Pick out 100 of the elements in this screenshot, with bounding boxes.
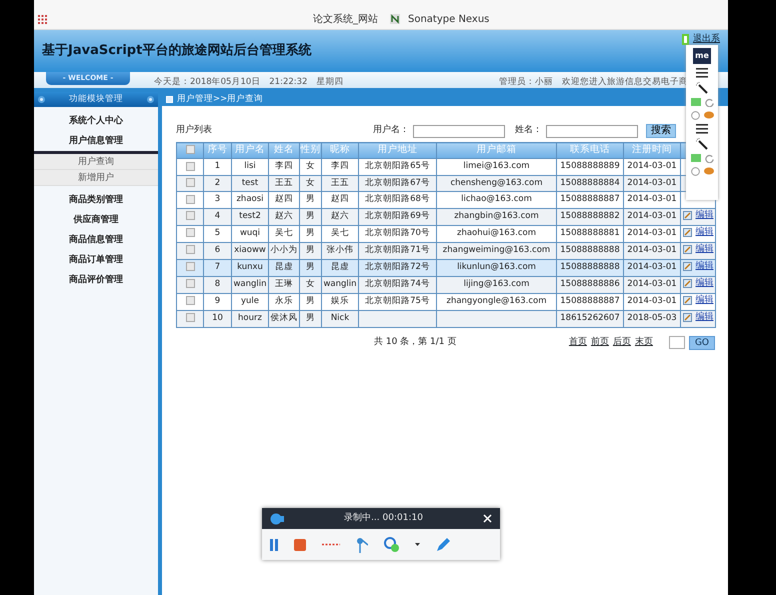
table-cell: 5: [214, 228, 220, 238]
magic-wand-icon[interactable]: [696, 82, 708, 94]
camera-icon: [270, 512, 284, 524]
refresh-icon[interactable]: [704, 154, 714, 163]
row-checkbox[interactable]: [186, 162, 194, 171]
row-checkbox[interactable]: [186, 211, 194, 220]
recording-status: 录制中... 00:01:10: [344, 512, 423, 525]
edit-icon[interactable]: [682, 278, 692, 288]
row-checkbox[interactable]: [186, 194, 194, 204]
table-cell: 男: [306, 211, 315, 222]
extension-logo[interactable]: me: [693, 48, 711, 64]
edit-icon[interactable]: [682, 296, 692, 305]
go-button[interactable]: GO: [688, 336, 715, 350]
pagination-summary: 共 10 条，第 1/1 页: [374, 336, 456, 349]
table-cell: 2014-03-01: [627, 194, 677, 204]
info-icon[interactable]: [690, 167, 700, 176]
bookmark-link[interactable]: 论文系统_网站: [313, 12, 378, 26]
magic-wand-icon[interactable]: [696, 138, 708, 150]
table-cell: 北京朝阳路68号: [365, 194, 430, 204]
sidebar-item[interactable]: 商品订单管理: [34, 250, 158, 270]
sidebar-item[interactable]: 用户信息管理: [34, 131, 158, 151]
logout-link[interactable]: 退出系: [693, 33, 720, 46]
table-cell: lisi: [244, 161, 256, 172]
row-checkbox[interactable]: [186, 262, 194, 272]
eye-icon[interactable]: [704, 167, 714, 175]
webcam-add-icon[interactable]: [384, 537, 399, 552]
table-cell: 永乐: [275, 296, 293, 306]
info-icon[interactable]: [690, 111, 700, 120]
sidebar-item[interactable]: 系统个人中心: [34, 111, 158, 131]
row-checkbox[interactable]: [186, 296, 194, 306]
bullet-icon: [38, 96, 45, 103]
refresh-icon[interactable]: [704, 98, 714, 107]
edit-icon[interactable]: [682, 312, 692, 322]
page-input[interactable]: [668, 336, 685, 349]
table-cell: 北京朝阳路65号: [365, 161, 430, 172]
search-button[interactable]: 搜索: [646, 124, 676, 138]
table-cell: 2014-03-01: [627, 178, 677, 188]
apps-icon[interactable]: [38, 14, 47, 24]
sidebar-item[interactable]: 商品类别管理: [34, 190, 158, 210]
table-cell: limei@163.com: [463, 161, 530, 172]
table-cell: 15088888887: [560, 194, 620, 204]
table-cell: 昆虚: [275, 262, 293, 272]
table-cell: zhangyongle@163.com: [446, 296, 547, 306]
select-all-checkbox[interactable]: [186, 145, 194, 154]
exit-icon[interactable]: [682, 34, 689, 46]
table-cell: 赵四: [275, 194, 293, 204]
page-link[interactable]: 首页: [568, 336, 587, 350]
row-checkbox[interactable]: [186, 178, 194, 188]
row-checkbox[interactable]: [186, 228, 194, 238]
page-link[interactable]: 末页: [634, 336, 653, 350]
sidebar-item[interactable]: 供应商管理: [34, 210, 158, 230]
table-cell: chensheng@163.com: [450, 178, 543, 188]
table-cell: 2014-03-01: [627, 228, 677, 238]
search-field[interactable]: [413, 124, 505, 138]
date-text: 今天是：2018年05月10日 21:22:32 星期四: [154, 76, 344, 89]
screen-icon[interactable]: [690, 98, 700, 106]
table-cell: zhangweiming@163.com: [442, 245, 550, 256]
table-cell: yule: [240, 296, 259, 306]
table-cell: 昆虚: [331, 262, 349, 272]
bookmark-icon[interactable]: [390, 14, 400, 24]
stop-icon[interactable]: [294, 538, 306, 550]
pen-icon[interactable]: [436, 537, 451, 552]
table-cell: 男: [306, 262, 315, 272]
caret-icon[interactable]: [415, 543, 420, 546]
close-icon[interactable]: [483, 514, 492, 523]
table-cell: 2: [214, 178, 220, 188]
sidebar-subitem[interactable]: 用户查询: [34, 154, 158, 170]
table-cell: 男: [306, 296, 315, 306]
edit-icon[interactable]: [682, 244, 692, 254]
page-link[interactable]: 后页: [612, 336, 631, 350]
table-cell: 8: [214, 279, 220, 290]
sidebar-subitem[interactable]: 新增用户: [34, 170, 158, 186]
row-checkbox[interactable]: [186, 279, 194, 288]
table-cell: 1: [214, 161, 220, 172]
page-link[interactable]: 前页: [590, 336, 609, 350]
edit-icon[interactable]: [682, 210, 692, 220]
edit-icon[interactable]: [682, 228, 692, 237]
row-checkbox[interactable]: [186, 313, 194, 322]
edit-icon[interactable]: [682, 262, 692, 271]
table-cell: 吴七: [331, 228, 349, 238]
row-checkbox[interactable]: [186, 245, 194, 254]
table-cell: 北京朝阳路67号: [365, 178, 430, 188]
sidebar-title: 功能模块管理: [69, 93, 123, 106]
menu-icon[interactable]: [696, 124, 708, 134]
dotted-line-icon[interactable]: [322, 543, 340, 546]
pause-icon[interactable]: [270, 538, 278, 550]
table-cell: 3: [214, 194, 220, 204]
menu-icon[interactable]: [696, 68, 708, 78]
eye-icon[interactable]: [704, 111, 714, 119]
sidebar-item[interactable]: 商品评价管理: [34, 270, 158, 290]
bookmark-link[interactable]: Sonatype Nexus: [408, 12, 490, 26]
table-cell: 15088888888: [560, 262, 620, 272]
search-field[interactable]: [546, 124, 638, 138]
pin-icon[interactable]: [356, 536, 368, 552]
table-cell: 15088888882: [560, 211, 620, 222]
list-title: 用户列表: [176, 124, 212, 138]
table-cell: 15088888886: [560, 279, 620, 290]
screen-icon[interactable]: [690, 154, 700, 162]
table-cell: 15088888887: [560, 296, 620, 306]
sidebar-item[interactable]: 商品信息管理: [34, 230, 158, 250]
